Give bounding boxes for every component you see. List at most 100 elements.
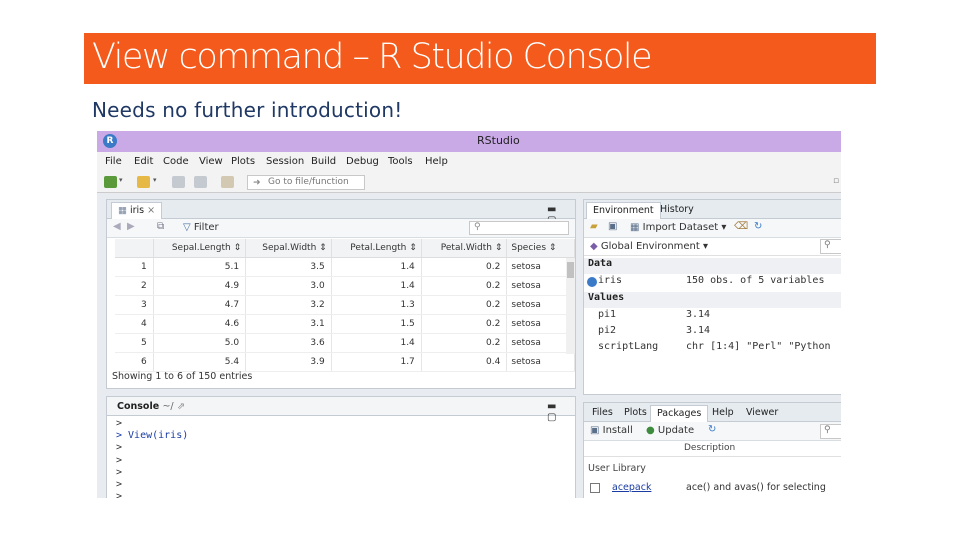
- table-row: 4 4.6 3.1 1.5 0.2 setosa: [115, 314, 575, 334]
- broom-icon[interactable]: ⌫: [734, 221, 748, 232]
- search-icon: ⚲: [824, 425, 831, 435]
- source-tabbar: ▦ iris × ▬▢: [107, 200, 575, 226]
- env-row[interactable]: scriptLang chr [1:4] "Perl" "Python: [584, 341, 841, 357]
- refresh-icon[interactable]: ↻: [754, 221, 762, 232]
- tab-viewer[interactable]: Viewer: [740, 405, 784, 422]
- goto-dir-icon[interactable]: ⇗: [177, 401, 185, 412]
- slide-title: View command – R Studio Console: [92, 37, 653, 77]
- forward-icon[interactable]: ▶: [127, 221, 135, 232]
- console-line: >: [116, 418, 123, 429]
- menu-session[interactable]: Session: [266, 156, 304, 167]
- pane-minmax[interactable]: ▬▢: [547, 204, 569, 226]
- menu-plots[interactable]: Plots: [231, 156, 255, 167]
- save-workspace-icon[interactable]: ▣: [608, 221, 617, 232]
- maximize-icon[interactable]: ▢: [547, 412, 556, 423]
- tab-files[interactable]: Files: [586, 405, 619, 422]
- minimize-icon[interactable]: ▬: [547, 204, 556, 215]
- search-icon: ⚲: [474, 222, 481, 232]
- window-titlebar: R RStudio: [97, 131, 841, 152]
- pane-minmax[interactable]: ▬▢: [547, 401, 569, 423]
- new-file-icon[interactable]: [104, 176, 117, 188]
- menu-edit[interactable]: Edit: [134, 156, 153, 167]
- menu-tools[interactable]: Tools: [388, 156, 413, 167]
- save-icon[interactable]: [172, 176, 185, 188]
- col-header[interactable]: Sepal.Width ⇕: [245, 239, 332, 258]
- vertical-scrollbar[interactable]: [566, 258, 575, 354]
- menu-help[interactable]: Help: [425, 156, 448, 167]
- tab-packages[interactable]: Packages: [650, 405, 709, 422]
- col-header[interactable]: Sepal.Length ⇕: [153, 239, 247, 258]
- table-icon: ▦: [630, 222, 643, 233]
- table-icon: ▦: [118, 205, 130, 216]
- col-header[interactable]: Species ⇕: [506, 239, 575, 258]
- load-workspace-icon[interactable]: ▰: [590, 221, 598, 232]
- tab-history[interactable]: History: [654, 202, 700, 219]
- back-icon[interactable]: ◀: [113, 221, 121, 232]
- chevron-down-icon[interactable]: ▾: [153, 176, 159, 188]
- tab-help[interactable]: Help: [706, 405, 740, 422]
- package-link[interactable]: acepack: [612, 482, 651, 493]
- menu-code[interactable]: Code: [163, 156, 189, 167]
- install-button[interactable]: ▣ Install: [590, 425, 633, 436]
- expand-icon[interactable]: [587, 277, 597, 287]
- filter-icon: ▽: [183, 222, 194, 233]
- files-tabbar: Files Plots Packages Help Viewer: [584, 403, 841, 422]
- env-row[interactable]: pi2 3.14: [584, 325, 841, 341]
- env-section-values: Values: [584, 292, 841, 308]
- env-scope-dropdown[interactable]: ◆ Global Environment ▾: [590, 241, 708, 252]
- files-pane: Files Plots Packages Help Viewer ▣ Insta…: [583, 402, 841, 498]
- minimize-icon[interactable]: ▬: [547, 401, 556, 412]
- packages-toolbar: ▣ Install ● Update ↻ ⚲: [584, 422, 841, 441]
- filter-label: Filter: [193, 222, 219, 233]
- console-line: >: [116, 466, 123, 478]
- r-env-icon: ◆: [590, 241, 601, 252]
- menu-debug[interactable]: Debug: [346, 156, 379, 167]
- popout-icon[interactable]: ⧉: [157, 221, 164, 232]
- env-search-input[interactable]: ⚲: [820, 239, 841, 254]
- package-checkbox[interactable]: [590, 483, 600, 493]
- env-tabbar: Environment History: [584, 200, 841, 219]
- scrollbar-thumb[interactable]: [567, 262, 574, 278]
- env-scope-bar: ◆ Global Environment ▾ ⚲: [584, 238, 841, 256]
- tab-plots[interactable]: Plots: [618, 405, 653, 422]
- env-row[interactable]: pi1 3.14: [584, 309, 841, 325]
- table-row: 1 5.1 3.5 1.4 0.2 setosa: [115, 257, 575, 277]
- filter-button[interactable]: ▽ Filter: [183, 222, 219, 233]
- search-input[interactable]: ⚲: [469, 221, 569, 235]
- tab-iris[interactable]: ▦ iris ×: [111, 202, 163, 219]
- main-toolbar: ▾ ▾ ➜ Go to file/function ▫: [97, 172, 841, 193]
- console-output[interactable]: > > View(iris) > > > > >: [116, 418, 188, 498]
- slide: View command – R Studio Console Needs no…: [0, 0, 960, 540]
- menu-view[interactable]: View: [199, 156, 223, 167]
- tab-environment[interactable]: Environment: [586, 202, 661, 219]
- entries-footer: Showing 1 to 6 of 150 entries: [112, 371, 253, 382]
- env-section-data: Data: [584, 258, 841, 274]
- source-pane: ▦ iris × ▬▢ ◀ ▶ ⧉ ▽ Filter ⚲ Sepal.Leng: [106, 199, 576, 389]
- import-dataset-button[interactable]: ▦ Import Dataset ▾: [630, 222, 726, 233]
- env-row[interactable]: iris 150 obs. of 5 variables: [584, 275, 841, 291]
- slide-title-bar: View command – R Studio Console: [84, 33, 876, 84]
- menu-file[interactable]: File: [105, 156, 122, 167]
- save-all-icon[interactable]: [194, 176, 207, 188]
- col-header[interactable]: Petal.Length ⇕: [331, 239, 422, 258]
- slide-subtitle: Needs no further introduction!: [92, 98, 403, 122]
- chevron-down-icon[interactable]: ▾: [119, 176, 125, 188]
- packages-search-input[interactable]: ⚲: [820, 424, 841, 439]
- table-header-row: Sepal.Length ⇕ Sepal.Width ⇕ Petal.Lengt…: [115, 239, 575, 258]
- tab-console[interactable]: Console ~/ ⇗: [111, 399, 191, 416]
- menu-build[interactable]: Build: [311, 156, 336, 167]
- refresh-icon[interactable]: ↻: [708, 424, 716, 435]
- goto-placeholder: Go to file/function: [268, 177, 349, 187]
- package-description: ace() and avas() for selecting: [686, 482, 826, 493]
- window-restore-icon[interactable]: ▫: [833, 176, 841, 188]
- close-icon[interactable]: ×: [147, 205, 155, 216]
- update-icon: ●: [646, 425, 658, 436]
- open-folder-icon[interactable]: [137, 176, 150, 188]
- console-line: >: [116, 442, 123, 454]
- table-row: 6 5.4 3.9 1.7 0.4 setosa: [115, 352, 575, 372]
- goto-file-input[interactable]: ➜ Go to file/function: [247, 175, 365, 190]
- col-header[interactable]: Petal.Width ⇕: [421, 239, 508, 258]
- viewer-toolbar: ◀ ▶ ⧉ ▽ Filter ⚲: [107, 219, 575, 238]
- print-icon[interactable]: [221, 176, 234, 188]
- update-button[interactable]: ● Update: [646, 425, 694, 436]
